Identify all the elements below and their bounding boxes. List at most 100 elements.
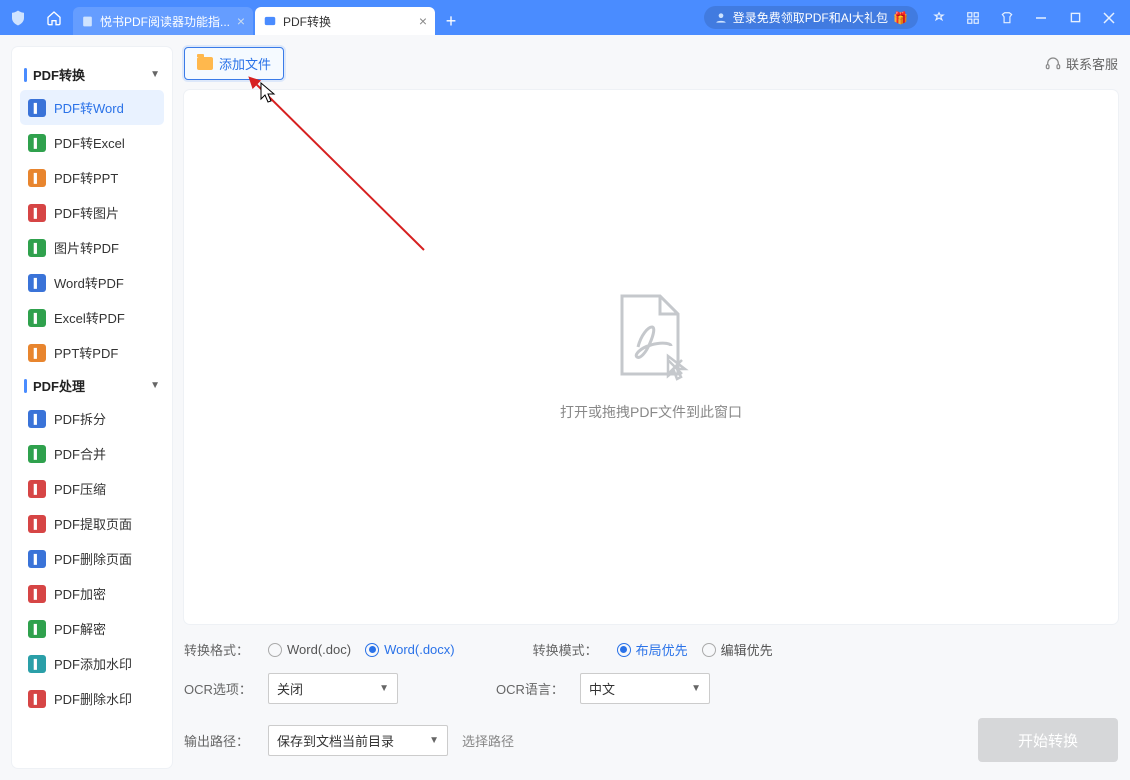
- sidebar: PDF转换▼ ▌ PDF转Word ▌PDF转Excel ▌ PDF转PPT ▌ PDF转图片…: [12, 47, 172, 768]
- promo-banner[interactable]: 登录免费领取PDF和AI大礼包 🎁: [704, 6, 918, 29]
- sidebar-item[interactable]: ▌PDF压缩: [20, 471, 164, 506]
- sidebar-item[interactable]: ▌ PDF删除页面: [20, 541, 164, 576]
- chevron-down-icon: ▼: [150, 69, 160, 80]
- sidebar-item-label: 图片转PDF: [54, 238, 119, 257]
- file-type-icon: ▌: [28, 620, 46, 638]
- minimize-button[interactable]: [1026, 5, 1056, 30]
- file-type-icon: ▌: [28, 585, 46, 603]
- chevron-down-icon: ▼: [429, 735, 439, 746]
- ocr-lang-label: OCR语言：: [496, 679, 566, 698]
- chevron-down-icon: ▼: [379, 683, 389, 694]
- headset-icon: [1045, 56, 1061, 72]
- file-type-icon: ▌: [28, 239, 46, 257]
- sidebar-item[interactable]: ▌PDF删除水印: [20, 681, 164, 716]
- output-path-label: 输出路径：: [184, 731, 254, 750]
- sidebar-item-label: PPT转PDF: [54, 343, 118, 362]
- annotation-arrow: [234, 70, 434, 270]
- sidebar-item[interactable]: ▌PDF加密: [20, 576, 164, 611]
- sidebar-item[interactable]: ▌PDF提取页面: [20, 506, 164, 541]
- sidebar-item-label: PDF转Word: [54, 98, 124, 117]
- sidebar-item-label: PDF解密: [54, 619, 106, 638]
- mode-label: 转换模式：: [533, 640, 603, 659]
- sidebar-item[interactable]: ▌ PDF添加水印: [20, 646, 164, 681]
- ocr-lang-select[interactable]: 中文▼: [580, 673, 710, 704]
- tab-close-icon[interactable]: ×: [237, 13, 245, 29]
- tab-document[interactable]: 悦书PDF阅读器功能指... ×: [73, 7, 253, 35]
- options-form: 转换格式： Word(.doc) Word(.docx) 转换模式： 布局优先 …: [184, 634, 1118, 768]
- home-button[interactable]: [39, 5, 69, 30]
- file-type-icon: ▌: [28, 550, 46, 568]
- file-type-icon: ▌: [28, 344, 46, 362]
- support-label: 联系客服: [1066, 54, 1118, 73]
- file-type-icon: ▌: [28, 204, 46, 222]
- sidebar-item-label: PDF拆分: [54, 409, 106, 428]
- sidebar-section-header[interactable]: PDF处理▼: [20, 370, 164, 401]
- promo-text: 登录免费领取PDF和AI大礼包: [733, 9, 888, 26]
- sidebar-item-label: PDF转图片: [54, 203, 119, 222]
- radio-word-docx[interactable]: Word(.docx): [365, 642, 455, 657]
- new-tab-button[interactable]: +: [437, 7, 465, 35]
- tab-title: 悦书PDF阅读器功能指...: [100, 13, 231, 30]
- file-type-icon: ▌: [28, 480, 46, 498]
- file-type-icon: ▌: [28, 169, 46, 187]
- sidebar-section-header[interactable]: PDF转换▼: [20, 59, 164, 90]
- file-type-icon: ▌: [28, 309, 46, 327]
- contact-support[interactable]: 联系客服: [1045, 54, 1118, 73]
- sidebar-item-label: PDF删除水印: [54, 689, 132, 708]
- format-label: 转换格式：: [184, 640, 254, 659]
- file-type-icon: ▌: [28, 99, 46, 117]
- radio-word-doc[interactable]: Word(.doc): [268, 642, 351, 657]
- tab-close-icon[interactable]: ×: [419, 13, 427, 29]
- close-button[interactable]: [1094, 5, 1124, 30]
- chevron-down-icon: ▼: [691, 683, 701, 694]
- file-type-icon: ▌: [28, 655, 46, 673]
- folder-icon: [197, 57, 213, 70]
- main-panel: 添加文件 联系客服 打开或拖拽PDF文件到此窗口: [184, 47, 1118, 768]
- output-path-select[interactable]: 保存到文档当前目录▼: [268, 725, 448, 756]
- tab-bar: 悦书PDF阅读器功能指... × PDF转换 × +: [73, 0, 465, 35]
- add-file-label: 添加文件: [219, 54, 271, 73]
- sidebar-item[interactable]: ▌ PDF合并: [20, 436, 164, 471]
- maximize-button[interactable]: [1060, 5, 1090, 30]
- drop-zone[interactable]: 打开或拖拽PDF文件到此窗口: [184, 90, 1118, 624]
- toolbar: 添加文件 联系客服: [184, 47, 1118, 80]
- file-type-icon: ▌: [28, 410, 46, 428]
- sidebar-item[interactable]: ▌ PDF转Word: [20, 90, 164, 125]
- gift-icon: 🎁: [893, 11, 908, 25]
- choose-path-link[interactable]: 选择路径: [462, 731, 514, 750]
- tab-title: PDF转换: [283, 13, 413, 30]
- sidebar-item-label: Excel转PDF: [54, 308, 125, 327]
- sidebar-item[interactable]: ▌ Excel转PDF: [20, 300, 164, 335]
- sidebar-item-label: PDF添加水印: [54, 654, 132, 673]
- sidebar-item[interactable]: ▌ PDF转图片: [20, 195, 164, 230]
- sidebar-item-label: PDF转PPT: [54, 168, 118, 187]
- window-controls: [918, 5, 1130, 30]
- sidebar-item[interactable]: ▌PDF转Excel: [20, 125, 164, 160]
- file-type-icon: ▌: [28, 445, 46, 463]
- extension-icon[interactable]: [924, 5, 954, 30]
- add-file-button[interactable]: 添加文件: [184, 47, 284, 80]
- tab-pdf-convert[interactable]: PDF转换 ×: [255, 7, 435, 35]
- sidebar-item-label: PDF删除页面: [54, 549, 132, 568]
- sidebar-item[interactable]: ▌ Word转PDF: [20, 265, 164, 300]
- start-convert-button[interactable]: 开始转换: [978, 718, 1118, 762]
- sidebar-item-label: PDF合并: [54, 444, 106, 463]
- radio-edit-priority[interactable]: 编辑优先: [702, 640, 773, 659]
- sidebar-item[interactable]: ▌ PDF拆分: [20, 401, 164, 436]
- titlebar: 悦书PDF阅读器功能指... × PDF转换 × + 登录免费领取PDF和AI大…: [0, 0, 1130, 35]
- pdf-file-icon: [612, 292, 690, 382]
- chevron-down-icon: ▼: [150, 380, 160, 391]
- sidebar-item-label: Word转PDF: [54, 273, 124, 292]
- skin-icon[interactable]: [992, 5, 1022, 30]
- apps-icon[interactable]: [958, 5, 988, 30]
- sidebar-item[interactable]: ▌ 图片转PDF: [20, 230, 164, 265]
- drop-hint: 打开或拖拽PDF文件到此窗口: [560, 402, 742, 422]
- sidebar-item[interactable]: ▌ PDF转PPT: [20, 160, 164, 195]
- sidebar-item-label: PDF提取页面: [54, 514, 132, 533]
- file-type-icon: ▌: [28, 274, 46, 292]
- app-logo: [0, 9, 35, 27]
- sidebar-item[interactable]: ▌ PPT转PDF: [20, 335, 164, 370]
- sidebar-item[interactable]: ▌ PDF解密: [20, 611, 164, 646]
- radio-layout-priority[interactable]: 布局优先: [617, 640, 688, 659]
- ocr-option-select[interactable]: 关闭▼: [268, 673, 398, 704]
